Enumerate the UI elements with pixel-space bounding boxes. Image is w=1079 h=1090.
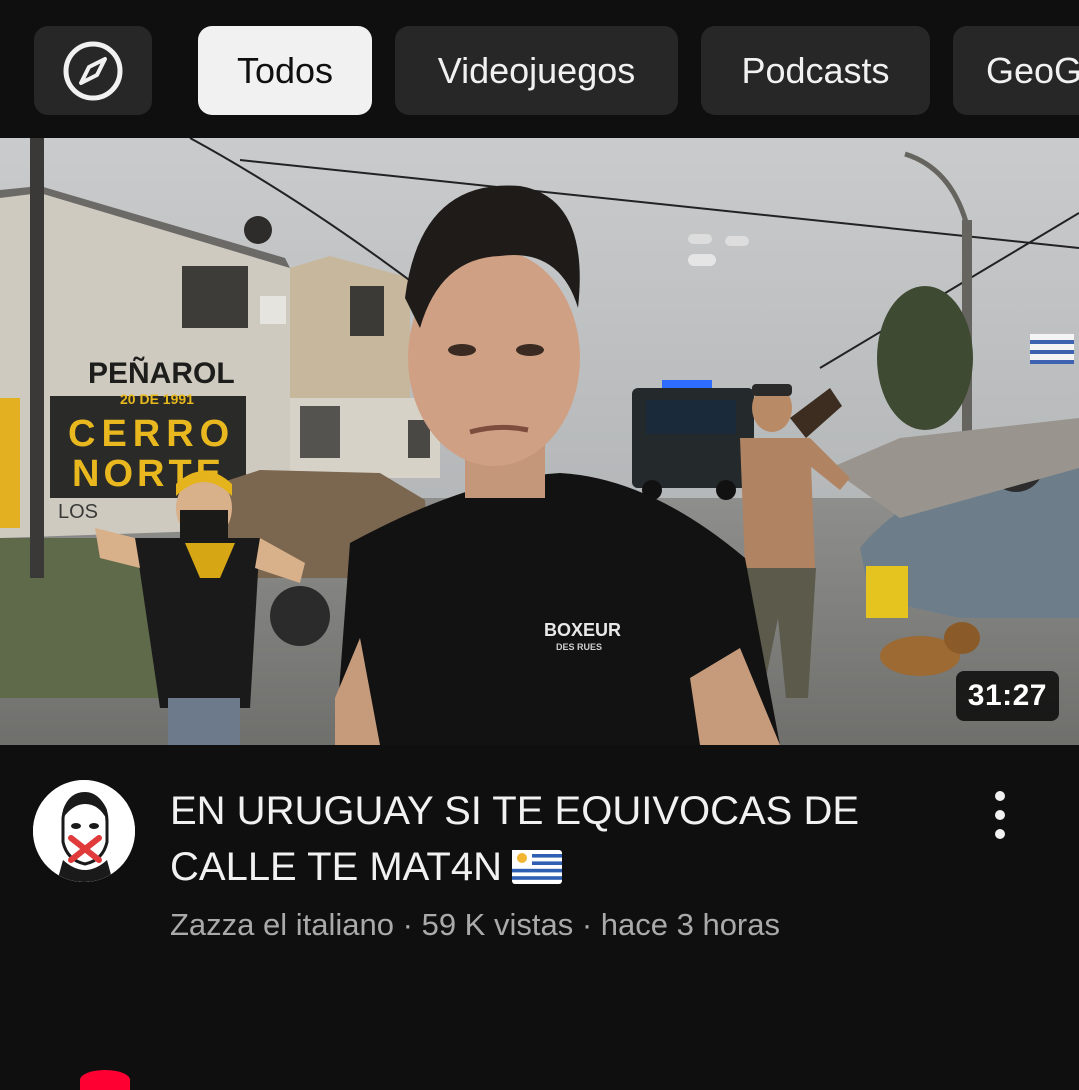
- explore-button[interactable]: [34, 26, 152, 115]
- uruguay-flag-icon: [511, 843, 562, 899]
- avatar-drawing: [33, 780, 135, 882]
- shirt-logo: BOXEUR: [544, 620, 621, 640]
- graffiti-los: LOS: [58, 501, 98, 523]
- video-meta[interactable]: EN URUGUAY SI TE EQUIVOCAS DE CALLE TE M…: [0, 745, 1079, 1079]
- upload-age: hace 3 horas: [600, 907, 780, 942]
- separator-dot: ·: [394, 907, 422, 942]
- chip-geog[interactable]: GeoG: [953, 26, 1079, 115]
- graffiti-date: 20 DE 1991: [120, 391, 194, 407]
- video-subline: Zazza el italiano · 59 K vistas · hace 3…: [170, 907, 780, 943]
- dot: [995, 829, 1005, 839]
- compass-icon: [63, 41, 123, 100]
- dot: [995, 810, 1005, 820]
- video-title[interactable]: EN URUGUAY SI TE EQUIVOCAS DE CALLE TE M…: [170, 783, 910, 899]
- channel-name[interactable]: Zazza el italiano: [170, 907, 394, 942]
- separator-dot: ·: [573, 907, 601, 942]
- shirt-logo-sub: DES RUES: [556, 642, 602, 652]
- duration-badge: 31:27: [955, 671, 1059, 721]
- dot: [995, 791, 1005, 801]
- category-chips-bar: Todos Videojuegos Podcasts GeoG: [0, 0, 1079, 138]
- thumbnail-image: PEÑAROL 20 DE 1991 CERRO NORTE LOS BOXEU…: [0, 138, 1079, 745]
- chip-videojuegos[interactable]: Videojuegos: [395, 26, 678, 115]
- video-thumbnail[interactable]: PEÑAROL 20 DE 1991 CERRO NORTE LOS BOXEU…: [0, 138, 1079, 745]
- graffiti-cerro: CERRO: [68, 413, 235, 455]
- view-count: 59 K vistas: [421, 907, 574, 942]
- chip-todos[interactable]: Todos: [198, 26, 372, 115]
- next-item-peek: [80, 1070, 130, 1090]
- chip-podcasts[interactable]: Podcasts: [701, 26, 930, 115]
- channel-avatar[interactable]: [33, 780, 135, 882]
- more-options-icon[interactable]: [980, 785, 1020, 845]
- graffiti-penarol: PEÑAROL: [88, 356, 235, 390]
